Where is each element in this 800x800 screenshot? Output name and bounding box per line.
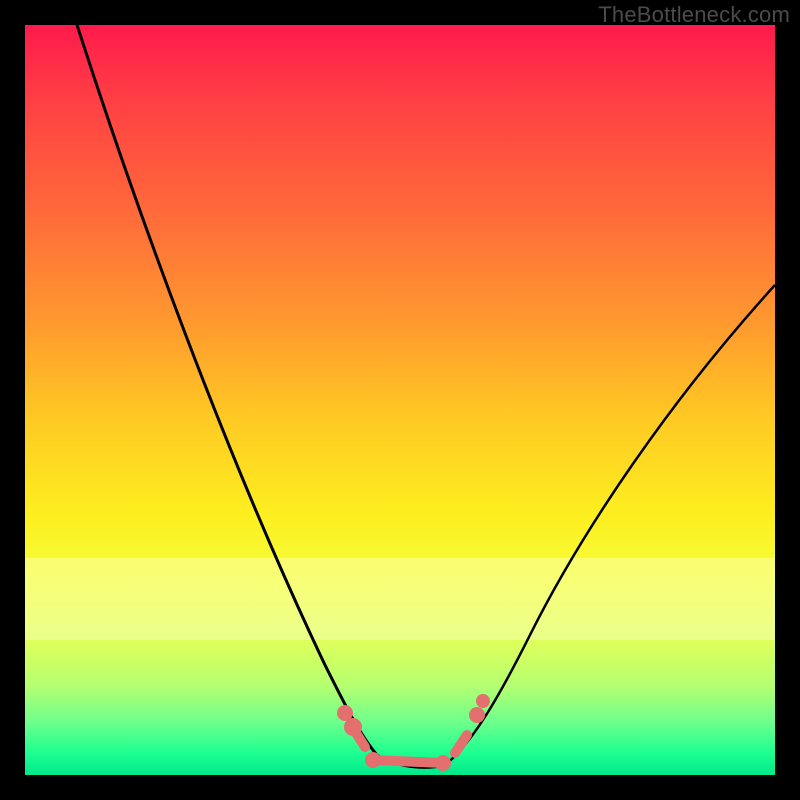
plot-area <box>25 25 775 775</box>
chart-frame: TheBottleneck.com <box>0 0 800 800</box>
pale-highlight-band <box>25 558 775 641</box>
bottleneck-curve <box>25 25 775 775</box>
curve-right-branch <box>445 285 775 765</box>
curve-left-branch <box>77 25 377 755</box>
watermark-text: TheBottleneck.com <box>598 2 790 28</box>
optimal-zone-beads <box>337 694 490 771</box>
curve-trough <box>377 755 445 767</box>
